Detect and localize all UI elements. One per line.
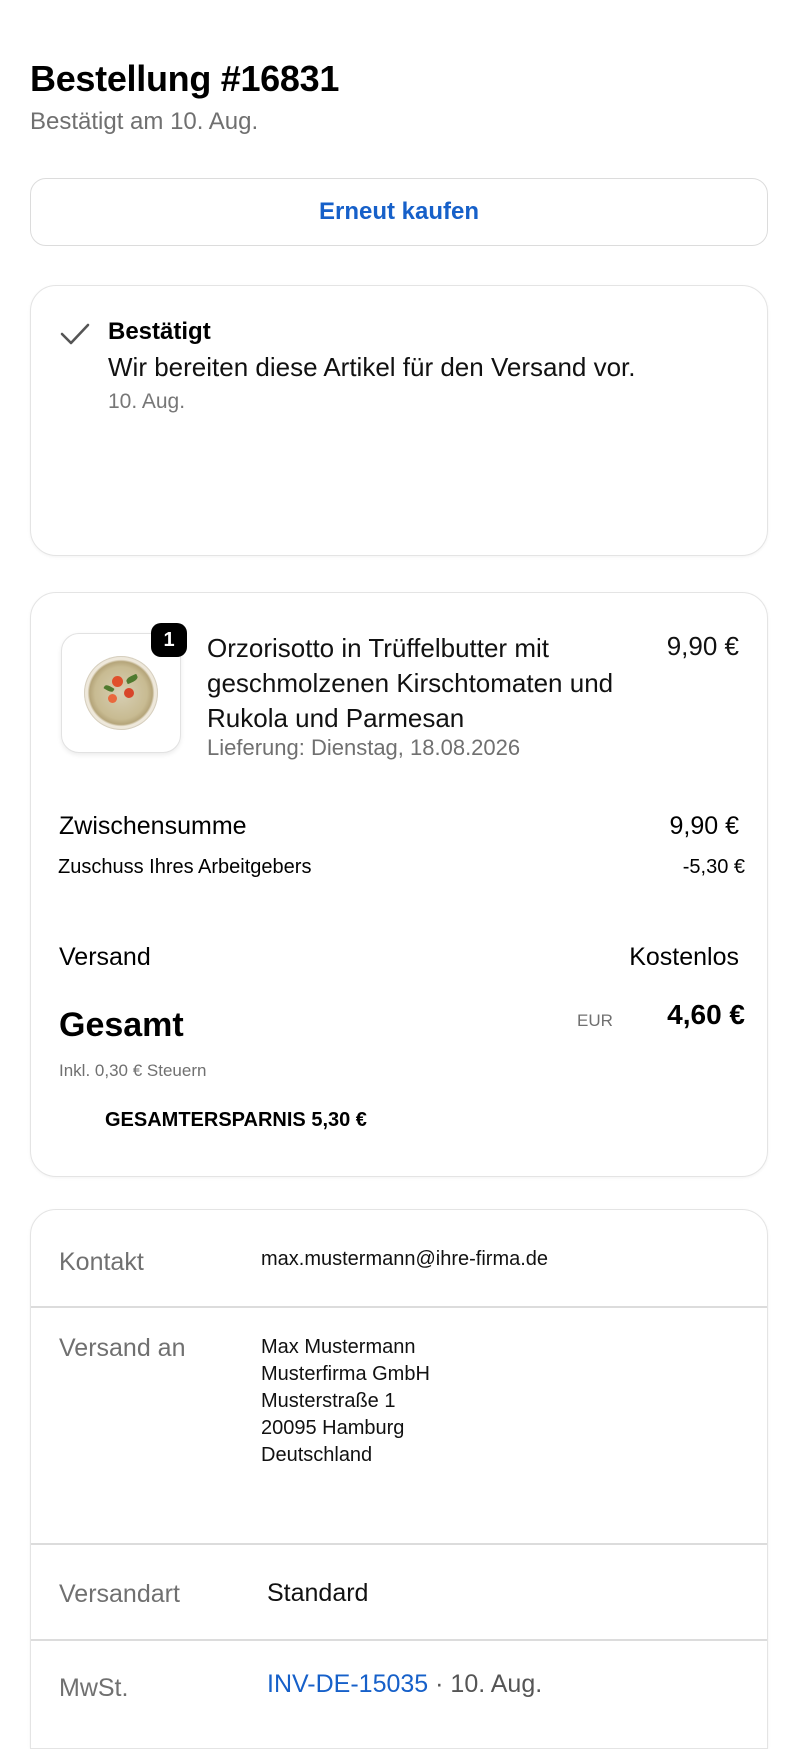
order-info-card: Kontakt max.mustermann@ihre-firma.de Ver… — [30, 1209, 768, 1749]
address-country: Deutschland — [261, 1444, 373, 1466]
address-company: Musterfirma GmbH — [261, 1363, 430, 1385]
contact-label: Kontakt — [59, 1248, 144, 1276]
status-date: 10. Aug. — [108, 390, 186, 413]
page-title: Bestellung #16831 — [30, 58, 340, 99]
subtotal-value: 9,90 € — [669, 812, 739, 840]
shipping-label: Versand — [59, 943, 151, 971]
invoice-link[interactable]: INV-DE-15035 — [267, 1670, 428, 1698]
invoice-date: · 10. Aug. — [428, 1670, 543, 1698]
order-details-page: Bestellung #16831 Bestätigt am 10. Aug. … — [0, 0, 800, 1749]
status-title: Bestätigt — [108, 318, 211, 345]
currency-code: EUR — [577, 1011, 613, 1030]
shipping-method-value: Standard — [267, 1579, 369, 1607]
address-name: Max Mustermann — [261, 1336, 416, 1358]
tax-note: Inkl. 0,30 € Steuern — [59, 1061, 207, 1080]
total-label: Gesamt — [59, 1006, 184, 1044]
status-card: Bestätigt Wir bereiten diese Artikel für… — [30, 285, 768, 556]
vat-invoice: INV-DE-15035 · 10. Aug. — [267, 1670, 542, 1699]
vat-label: MwSt. — [59, 1674, 129, 1702]
page-subtitle: Bestätigt am 10. Aug. — [30, 108, 259, 135]
contact-row: Kontakt max.mustermann@ihre-firma.de — [31, 1210, 767, 1306]
subtotal-label: Zwischensumme — [59, 812, 247, 840]
shipping-method-label: Versandart — [59, 1580, 180, 1608]
total-savings: GESAMTERSPARNIS 5,30 € — [105, 1109, 367, 1131]
product-name: Orzorisotto in Trüffelbutter mit geschmo… — [207, 633, 614, 733]
total-value: 4,60 € — [667, 999, 745, 1030]
contact-email: max.mustermann@ihre-firma.de — [261, 1248, 549, 1270]
status-description: Wir bereiten diese Artikel für den Versa… — [108, 352, 636, 382]
checkmark-icon — [60, 323, 90, 345]
shipping-address: Max Mustermann Musterfirma GmbH Musterst… — [261, 1334, 430, 1469]
risotto-dish-image — [84, 656, 158, 730]
employer-subsidy-value: -5,30 € — [682, 856, 745, 878]
address-street: Musterstraße 1 — [261, 1390, 396, 1412]
quantity-badge: 1 — [151, 623, 187, 657]
ship-to-row: Versand an Max Mustermann Musterfirma Gm… — [31, 1307, 767, 1543]
shipping-method-row: Versandart Standard — [31, 1544, 767, 1639]
vat-row: MwSt. INV-DE-15035 · 10. Aug. — [31, 1640, 767, 1748]
product-price: 9,90 € — [666, 631, 739, 661]
address-city: 20095 Hamburg — [261, 1417, 405, 1439]
employer-subsidy-label: Zuschuss Ihres Arbeitgebers — [58, 856, 312, 878]
product-delivery-date: Lieferung: Dienstag, 18.08.2026 — [207, 735, 521, 760]
ship-to-label: Versand an — [59, 1334, 186, 1362]
buy-again-button[interactable]: Erneut kaufen — [30, 178, 768, 246]
shipping-value: Kostenlos — [629, 943, 739, 971]
order-summary-card: 1 Orzorisotto in Trüffelbutter mit gesch… — [30, 592, 768, 1177]
